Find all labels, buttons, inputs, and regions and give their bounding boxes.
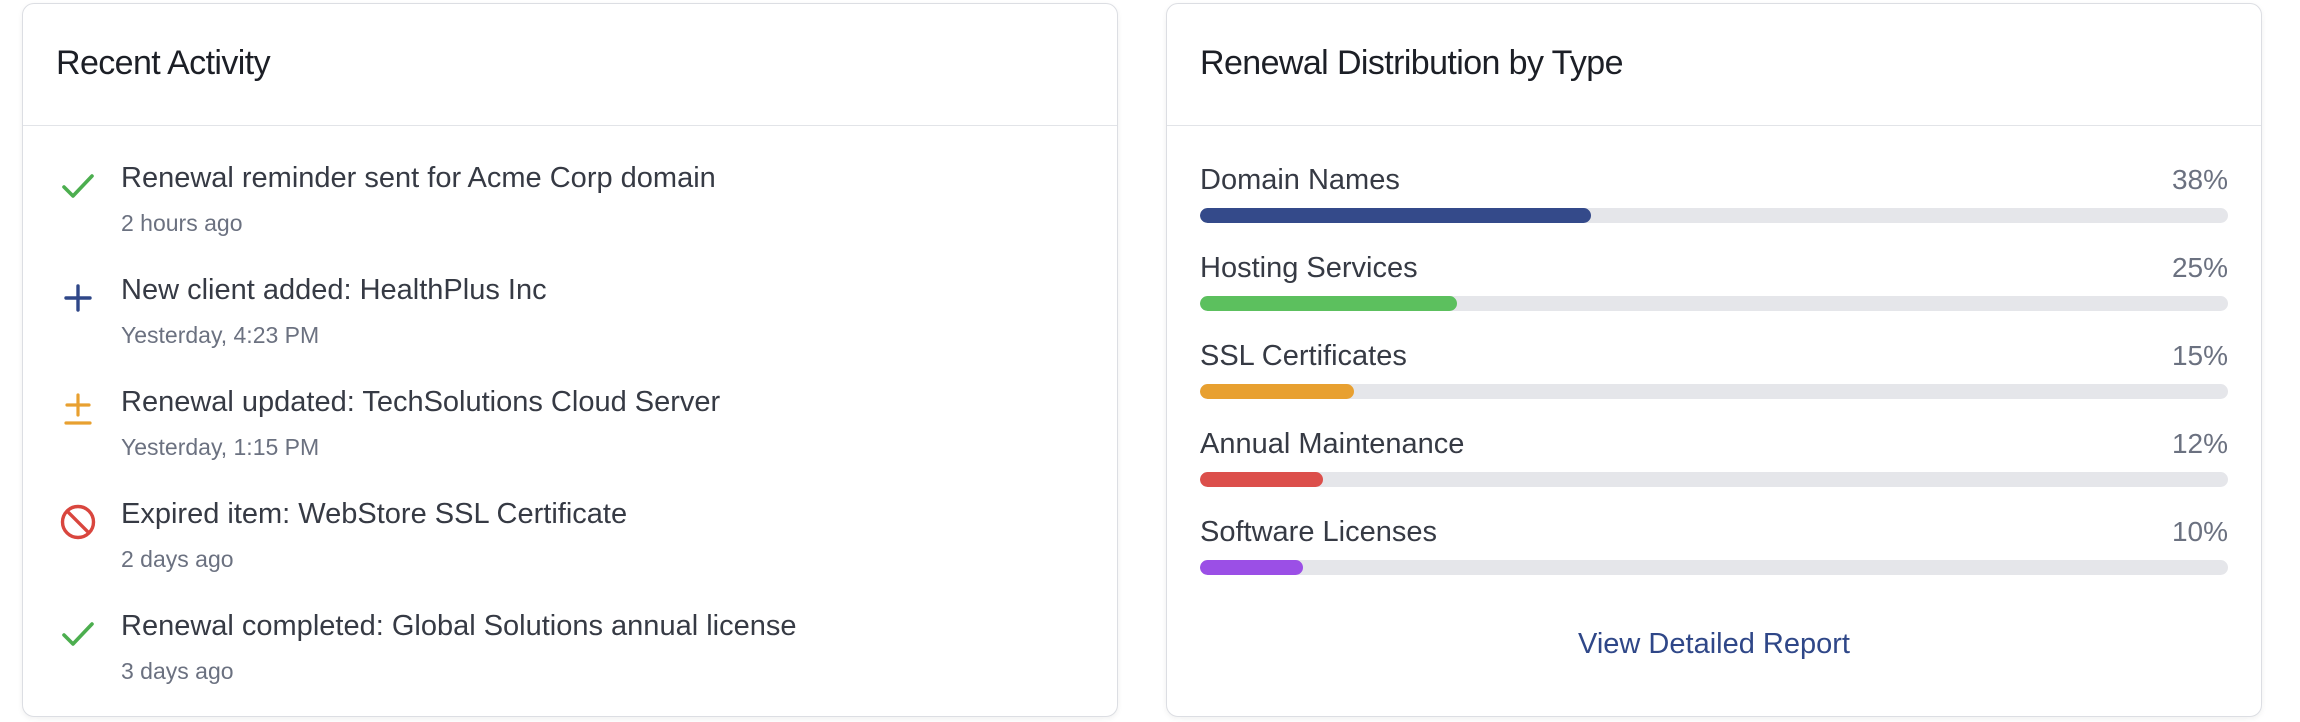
distribution-label: Domain Names	[1200, 164, 1400, 196]
blocked-icon	[58, 502, 98, 542]
activity-time: 2 days ago	[121, 546, 234, 572]
distribution-percent: 38%	[2171, 164, 2228, 195]
activity-item: Renewal reminder sent for Acme Corp doma…	[23, 162, 1117, 262]
distribution-row-annual-maintenance: Annual Maintenance 12%	[1200, 428, 2228, 508]
distribution-row-domain-names: Domain Names 38%	[1200, 164, 2228, 244]
activity-time: 3 days ago	[121, 658, 234, 684]
check-icon	[58, 166, 98, 206]
activity-text: Expired item: WebStore SSL Certificate	[121, 498, 628, 530]
activity-text: Renewal completed: Global Solutions annu…	[121, 610, 797, 642]
recent-activity-title: Recent Activity	[56, 44, 271, 82]
progress-fill	[1200, 208, 1591, 223]
distribution-percent: 25%	[2171, 252, 2228, 283]
progress-track	[1200, 384, 2228, 399]
renewal-distribution-title: Renewal Distribution by Type	[1200, 44, 1624, 82]
progress-fill	[1200, 296, 1457, 311]
activity-item: Renewal updated: TechSolutions Cloud Ser…	[23, 386, 1117, 486]
activity-time: 2 hours ago	[121, 210, 243, 236]
distribution-row-ssl-certificates: SSL Certificates 15%	[1200, 340, 2228, 420]
distribution-row-hosting-services: Hosting Services 25%	[1200, 252, 2228, 332]
activity-time: Yesterday, 4:23 PM	[121, 322, 320, 348]
activity-time: Yesterday, 1:15 PM	[121, 434, 320, 460]
distribution-percent: 10%	[2171, 516, 2228, 547]
recent-activity-header: Recent Activity	[23, 4, 1117, 126]
renewal-distribution-card: Renewal Distribution by Type Domain Name…	[1166, 3, 2262, 717]
distribution-label: Hosting Services	[1200, 252, 1418, 284]
view-detailed-report-link[interactable]: View Detailed Report	[1167, 628, 2261, 661]
distribution-label: SSL Certificates	[1200, 340, 1407, 372]
check-icon	[58, 614, 98, 654]
renewal-distribution-header: Renewal Distribution by Type	[1167, 4, 2261, 126]
activity-item: Renewal completed: Global Solutions annu…	[23, 610, 1117, 710]
activity-item: New client added: HealthPlus Inc Yesterd…	[23, 274, 1117, 374]
plus-minus-icon	[58, 390, 98, 430]
distribution-row-software-licenses: Software Licenses 10%	[1200, 516, 2228, 596]
distribution-label: Annual Maintenance	[1200, 428, 1465, 460]
progress-fill	[1200, 384, 1355, 399]
progress-track	[1200, 472, 2228, 487]
activity-text: New client added: HealthPlus Inc	[121, 274, 547, 306]
progress-fill	[1200, 472, 1324, 487]
activity-text: Renewal updated: TechSolutions Cloud Ser…	[121, 386, 721, 418]
distribution-percent: 15%	[2171, 340, 2228, 371]
progress-track	[1200, 560, 2228, 575]
activity-item: Expired item: WebStore SSL Certificate 2…	[23, 498, 1117, 598]
distribution-percent: 12%	[2171, 428, 2228, 459]
progress-fill	[1200, 560, 1303, 575]
progress-track	[1200, 296, 2228, 311]
distribution-label: Software Licenses	[1200, 516, 1437, 548]
plus-icon	[58, 278, 98, 318]
activity-text: Renewal reminder sent for Acme Corp doma…	[121, 162, 716, 194]
recent-activity-card: Recent Activity Renewal reminder sent fo…	[22, 3, 1118, 717]
progress-track	[1200, 208, 2228, 223]
